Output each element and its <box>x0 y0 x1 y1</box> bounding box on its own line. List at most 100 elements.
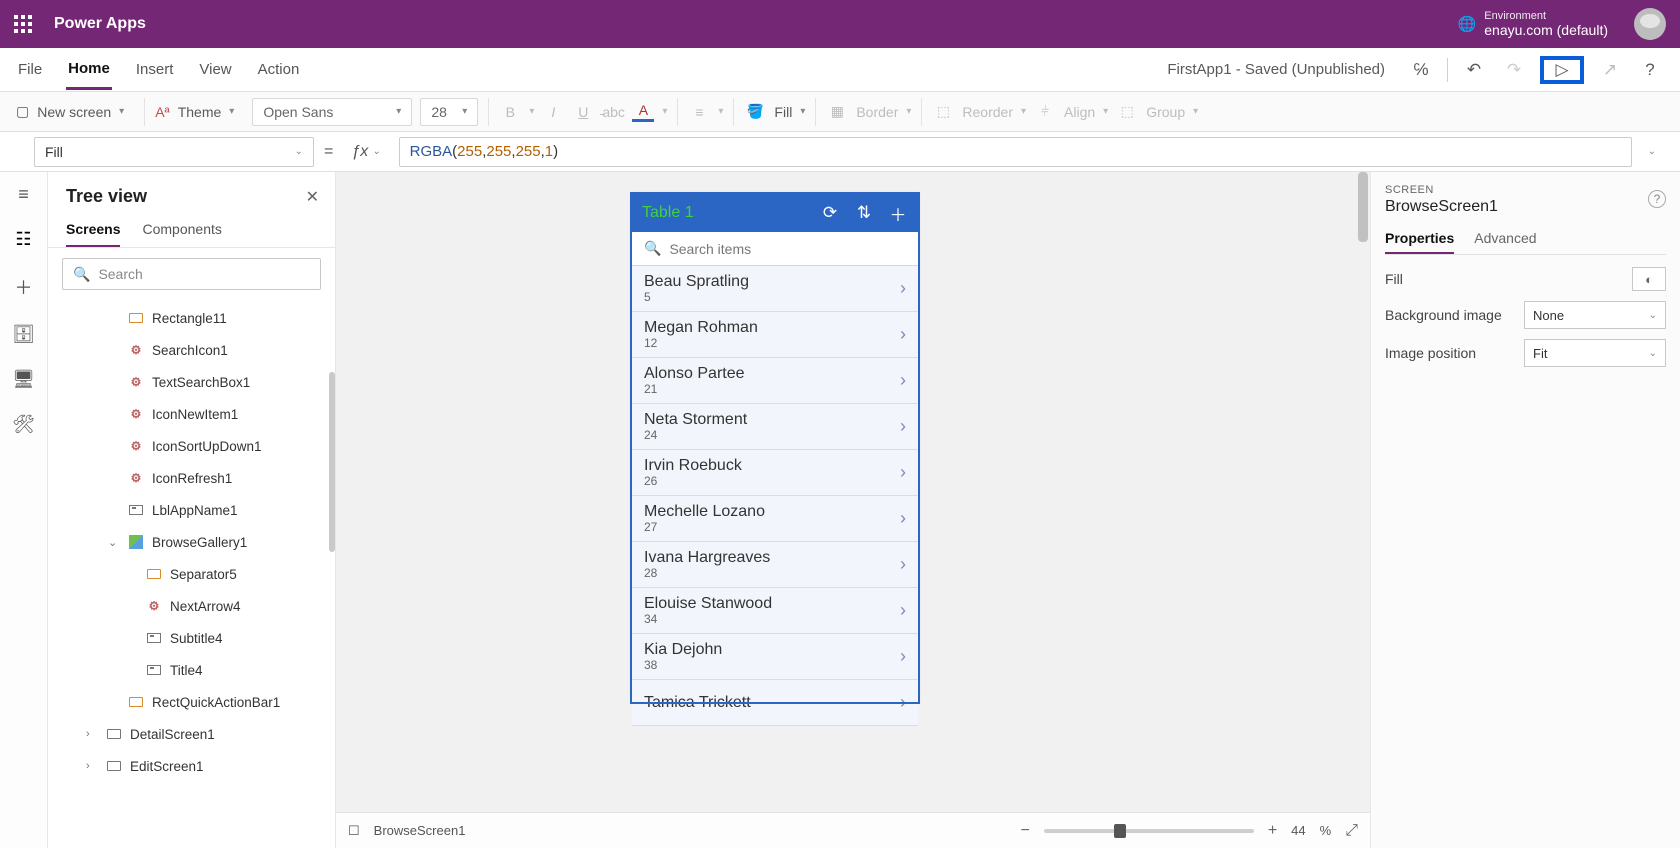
chevron-right-icon[interactable]: › <box>900 600 906 621</box>
border-button[interactable]: Border <box>856 104 898 120</box>
tree-node[interactable]: Separator5 <box>48 558 335 590</box>
formula-expand-icon[interactable]: ⌄ <box>1648 146 1656 157</box>
app-checker-icon[interactable]: ℅ <box>1407 56 1435 84</box>
group-icon[interactable]: ⬚ <box>1116 103 1138 120</box>
theme-button[interactable]: Theme <box>178 104 222 120</box>
tree-node[interactable]: Title4 <box>48 654 335 686</box>
fill-button[interactable]: Fill <box>774 104 792 120</box>
gallery-row[interactable]: Irvin Roebuck26› <box>632 450 918 496</box>
bgimage-select[interactable]: None⌄ <box>1524 301 1666 329</box>
zoom-slider[interactable] <box>1044 829 1254 833</box>
fit-screen-icon[interactable]: ⤢ <box>1345 822 1358 840</box>
menu-action[interactable]: Action <box>256 51 302 88</box>
chevron-right-icon[interactable]: › <box>900 278 906 299</box>
chevron-right-icon[interactable]: › <box>900 324 906 345</box>
tree-node[interactable]: Rectangle11 <box>48 302 335 334</box>
insert-plus-icon[interactable]: ＋ <box>10 274 38 300</box>
strike-icon[interactable]: ̵abc <box>602 104 624 120</box>
canvas-scrollbar[interactable] <box>1356 172 1370 812</box>
help-icon[interactable]: ? <box>1636 56 1664 84</box>
align-button[interactable]: Align <box>1064 104 1095 120</box>
share-icon[interactable]: ↗ <box>1596 56 1624 84</box>
chevron-right-icon[interactable]: › <box>900 462 906 483</box>
chevron-right-icon[interactable]: › <box>900 692 906 713</box>
user-avatar[interactable] <box>1634 8 1666 40</box>
tree-node[interactable]: RectQuickActionBar1 <box>48 686 335 718</box>
tree-tab-screens[interactable]: Screens <box>66 213 120 247</box>
data-icon[interactable]: 🗄 <box>10 324 38 345</box>
chevron-right-icon[interactable]: › <box>900 416 906 437</box>
gallery-row[interactable]: Kia Dejohn38› <box>632 634 918 680</box>
gallery-row[interactable]: Elouise Stanwood34› <box>632 588 918 634</box>
tree-node[interactable]: ⚙TextSearchBox1 <box>48 366 335 398</box>
tree-node[interactable]: ⌄BrowseGallery1 <box>48 526 335 558</box>
fill-color-swatch[interactable]: ◐ <box>1632 267 1666 291</box>
props-tab-properties[interactable]: Properties <box>1385 224 1454 254</box>
app-preview[interactable]: Table 1 ⟳ ⇅ ＋ 🔍 Search items Beau Spratl… <box>632 194 918 702</box>
chevron-right-icon[interactable]: › <box>900 370 906 391</box>
bold-icon[interactable]: B <box>499 104 521 120</box>
underline-icon[interactable]: U <box>572 104 594 120</box>
gallery-row[interactable]: Mechelle Lozano27› <box>632 496 918 542</box>
tree-node[interactable]: ⚙NextArrow4 <box>48 590 335 622</box>
tree-node[interactable]: ›EditScreen1 <box>48 750 335 782</box>
border-icon[interactable]: ▦ <box>826 103 848 120</box>
chevron-down-icon[interactable]: ▾ <box>229 106 234 117</box>
gallery-row[interactable]: Tamica Trickett› <box>632 680 918 726</box>
reorder-icon[interactable]: ⬚ <box>932 103 954 120</box>
zoom-in-icon[interactable]: + <box>1268 822 1277 840</box>
waffle-icon[interactable] <box>14 15 32 33</box>
add-icon[interactable]: ＋ <box>888 201 908 226</box>
gallery-row[interactable]: Beau Spratling5› <box>632 266 918 312</box>
tree-search-input[interactable]: 🔍 Search <box>62 258 321 290</box>
canvas[interactable]: Table 1 ⟳ ⇅ ＋ 🔍 Search items Beau Spratl… <box>336 172 1370 848</box>
gallery-row[interactable]: Ivana Hargreaves28› <box>632 542 918 588</box>
tree-node[interactable]: ⚙IconSortUpDown1 <box>48 430 335 462</box>
chevron-down-icon[interactable]: ▾ <box>119 106 124 117</box>
menu-insert[interactable]: Insert <box>134 51 176 88</box>
gallery-row[interactable]: Alonso Partee21› <box>632 358 918 404</box>
property-select[interactable]: Fill⌄ <box>34 137 314 167</box>
chevron-right-icon[interactable]: › <box>900 554 906 575</box>
fx-icon[interactable]: ƒx ⌄ <box>343 143 388 161</box>
app-search-input[interactable]: 🔍 Search items <box>632 232 918 266</box>
tree-view-icon[interactable]: ☷ <box>10 229 38 250</box>
refresh-icon[interactable]: ⟳ <box>820 203 840 223</box>
menu-file[interactable]: File <box>16 51 44 88</box>
tree-node[interactable]: ⚙IconNewItem1 <box>48 398 335 430</box>
redo-icon[interactable]: ↷ <box>1500 56 1528 84</box>
chevron-right-icon[interactable]: › <box>900 646 906 667</box>
imagepos-select[interactable]: Fit⌄ <box>1524 339 1666 367</box>
tree-node[interactable]: ⚙SearchIcon1 <box>48 334 335 366</box>
close-icon[interactable]: ✕ <box>306 187 319 207</box>
chevron-right-icon[interactable]: › <box>900 508 906 529</box>
tree-node[interactable]: ›DetailScreen1 <box>48 718 335 750</box>
preview-play-icon[interactable]: ▷ <box>1540 56 1584 84</box>
media-icon[interactable]: 🖥 <box>10 369 38 390</box>
screen-checkbox[interactable]: ☐ <box>348 823 360 839</box>
menu-home[interactable]: Home <box>66 50 112 90</box>
group-button[interactable]: Group <box>1146 104 1185 120</box>
gallery-row[interactable]: Neta Storment24› <box>632 404 918 450</box>
fill-bucket-icon[interactable]: 🪣 <box>744 103 766 120</box>
tools-icon[interactable]: 🛠 <box>10 414 38 435</box>
formula-input[interactable]: RGBA(255, 255, 255, 1) <box>399 137 1632 167</box>
tree-node[interactable]: Subtitle4 <box>48 622 335 654</box>
text-align-icon[interactable]: ≡ <box>688 104 710 120</box>
tree-tab-components[interactable]: Components <box>142 213 221 247</box>
info-icon[interactable]: ? <box>1648 190 1666 208</box>
tree-scrollbar[interactable] <box>329 372 335 552</box>
sort-icon[interactable]: ⇅ <box>854 203 874 223</box>
italic-icon[interactable]: I <box>542 104 564 120</box>
tree-node[interactable]: LblAppName1 <box>48 494 335 526</box>
font-size-select[interactable]: 28▾ <box>420 98 478 126</box>
font-color-icon[interactable]: A <box>632 102 654 122</box>
hamburger-icon[interactable]: ≡ <box>10 184 38 205</box>
new-screen-button[interactable]: New screen <box>37 104 111 120</box>
gallery-row[interactable]: Megan Rohman12› <box>632 312 918 358</box>
align-icon[interactable]: ⫩ <box>1034 103 1056 120</box>
environment-block[interactable]: Environment enayu.com (default) <box>1484 10 1608 38</box>
menu-view[interactable]: View <box>197 51 233 88</box>
props-tab-advanced[interactable]: Advanced <box>1474 224 1536 254</box>
zoom-out-icon[interactable]: − <box>1020 822 1029 840</box>
